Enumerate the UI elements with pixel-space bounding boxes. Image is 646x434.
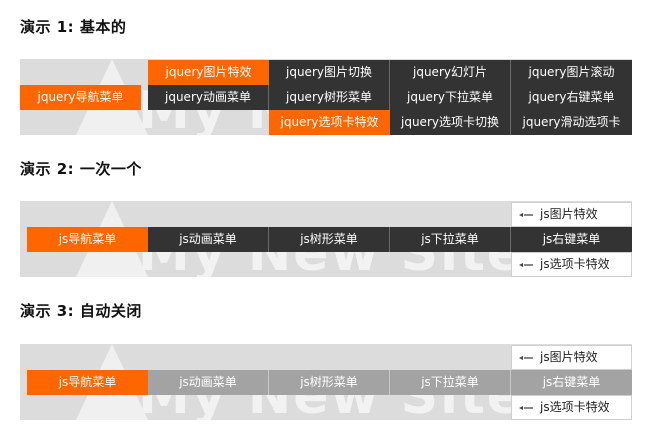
demo1-title: 演示 1: 基本的: [20, 18, 127, 36]
menu-item[interactable]: jquery图片切换: [269, 60, 390, 85]
nav-item[interactable]: js树形菜单: [269, 370, 390, 395]
menu-item[interactable]: jquery图片特效: [148, 60, 269, 85]
popup-item[interactable]: js图片特效: [511, 345, 632, 370]
nav-item[interactable]: js下拉菜单: [390, 370, 511, 395]
nav-item[interactable]: js动画菜单: [148, 370, 269, 395]
arrow-left-icon: [519, 406, 533, 410]
nav-item[interactable]: js右键菜单: [511, 370, 632, 395]
menu-item[interactable]: jquery下拉菜单: [390, 85, 511, 110]
menu-item[interactable]: jquery幻灯片: [390, 60, 511, 85]
nav-item[interactable]: js动画菜单: [148, 227, 269, 252]
demo3-title: 演示 3: 自动关闭: [20, 302, 142, 320]
menu-item[interactable]: jquery图片滚动: [511, 60, 632, 85]
demo2-title: 演示 2: 一次一个: [20, 160, 142, 178]
nav-item[interactable]: js导航菜单: [27, 370, 148, 395]
popup-item[interactable]: js选项卡特效: [511, 395, 632, 420]
demo1-menu-stage: My New Site jquery导航菜单 jquery图片特效 jquery…: [20, 59, 632, 135]
nav-item[interactable]: js树形菜单: [269, 227, 390, 252]
nav-item[interactable]: js导航菜单: [27, 227, 148, 252]
demo2-menu-stage: My New Site js图片特效 js导航菜单 js动画菜单 js树形菜单 …: [20, 201, 632, 277]
popup-item-label: js选项卡特效: [540, 257, 610, 271]
menu-item[interactable]: jquery树形菜单: [269, 85, 390, 110]
arrow-left-icon: [519, 356, 533, 360]
menu-item[interactable]: jquery选项卡特效: [269, 110, 390, 135]
popup-item-label: js图片特效: [540, 350, 598, 364]
menu-item[interactable]: jquery动画菜单: [148, 85, 269, 110]
nav-item[interactable]: js右键菜单: [511, 227, 632, 252]
menu-item[interactable]: jquery选项卡切换: [390, 110, 511, 135]
arrow-left-icon: [519, 213, 533, 217]
menu-item[interactable]: jquery滑动选项卡: [511, 110, 632, 135]
menu-item[interactable]: jquery右键菜单: [511, 85, 632, 110]
popup-item[interactable]: js图片特效: [511, 202, 632, 227]
nav-item-main[interactable]: jquery导航菜单: [20, 85, 141, 110]
arrow-left-icon: [519, 263, 533, 267]
popup-item[interactable]: js选项卡特效: [511, 252, 632, 277]
popup-item-label: js图片特效: [540, 207, 598, 221]
demo3-menu-stage: My New Site js图片特效 js导航菜单 js动画菜单 js树形菜单 …: [20, 344, 632, 420]
nav-item[interactable]: js下拉菜单: [390, 227, 511, 252]
popup-item-label: js选项卡特效: [540, 400, 610, 414]
